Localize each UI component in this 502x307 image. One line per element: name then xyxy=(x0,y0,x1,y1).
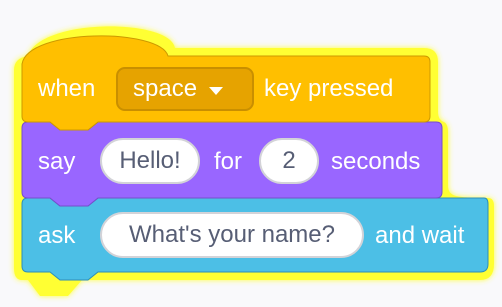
key-pressed-label: key pressed xyxy=(264,75,394,102)
key-dropdown-value: space xyxy=(133,75,198,102)
say-message-input[interactable]: Hello! xyxy=(100,138,200,184)
say-duration-text: 2 xyxy=(282,147,296,174)
and-wait-label: and wait xyxy=(375,222,465,249)
dropdown-caret-icon xyxy=(209,86,224,95)
say-label: say xyxy=(38,148,76,175)
ask-label: ask xyxy=(38,222,76,249)
seconds-label: seconds xyxy=(331,148,421,175)
when-label: when xyxy=(38,75,96,102)
key-dropdown[interactable]: space xyxy=(116,67,254,111)
for-label: for xyxy=(214,148,243,175)
say-message-text: Hello! xyxy=(119,147,181,174)
say-duration-input[interactable]: 2 xyxy=(259,138,319,184)
script-canvas: when space key pressed say Hello! for 2 … xyxy=(0,0,502,307)
ask-question-text: What's your name? xyxy=(128,221,335,248)
ask-question-input[interactable]: What's your name? xyxy=(100,212,364,258)
